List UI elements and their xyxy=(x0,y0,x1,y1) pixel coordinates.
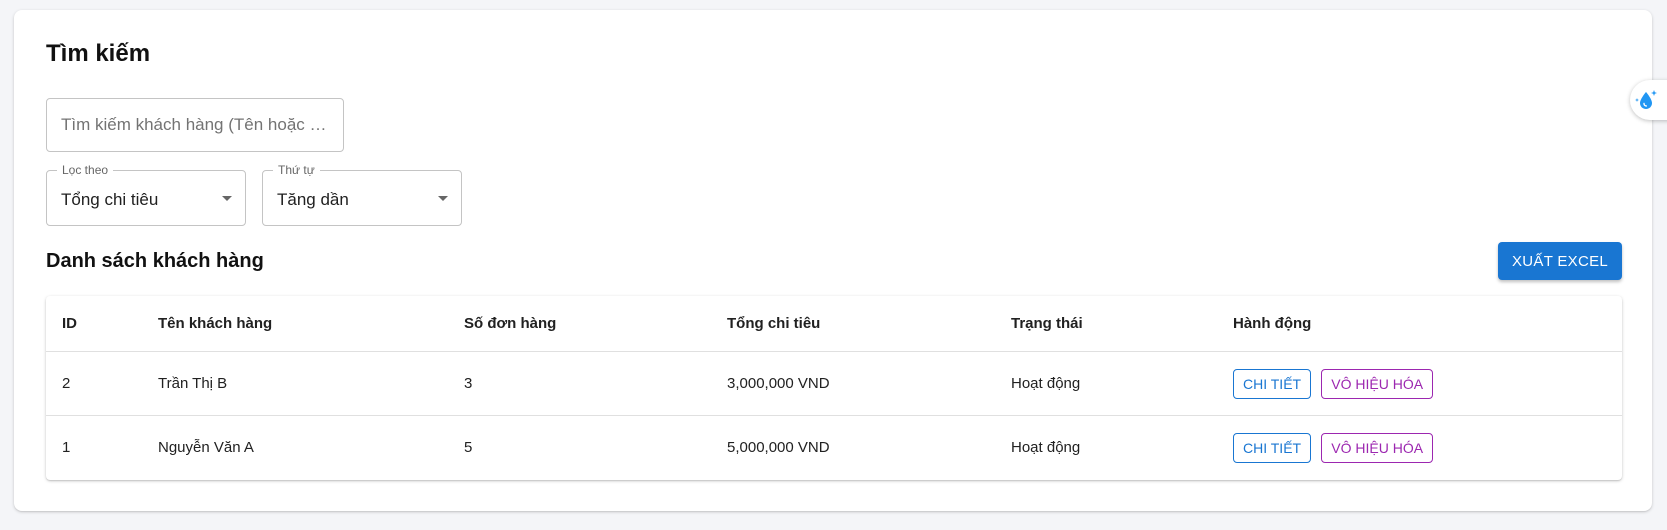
detail-button[interactable]: CHI TIẾT xyxy=(1233,368,1312,399)
disable-button[interactable]: VÔ HIỆU HÓA xyxy=(1321,368,1434,399)
table-row: 2 Trần Thị B 3 3,000,000 VND Hoạt động C… xyxy=(46,351,1622,416)
cell-status: Hoạt động xyxy=(1011,439,1081,456)
cell-id: 1 xyxy=(62,439,71,456)
cell-name: Nguyễn Văn A xyxy=(158,439,254,456)
order-label: Thứ tự xyxy=(273,163,320,177)
search-input[interactable] xyxy=(47,99,343,151)
cell-id: 2 xyxy=(46,351,142,416)
order-select[interactable]: Thứ tự Tăng dần xyxy=(262,163,462,226)
filter-by-label: Lọc theo xyxy=(57,163,114,177)
filter-by-value: Tổng chi tiêu xyxy=(61,190,159,209)
disable-button[interactable]: VÔ HIỆU HÓA xyxy=(1321,432,1434,463)
filter-by-select[interactable]: Lọc theo Tổng chi tiêu xyxy=(46,163,246,226)
floating-assistant-button[interactable] xyxy=(1630,80,1667,120)
cell-name: Trần Thị B xyxy=(142,351,448,416)
detail-button[interactable]: CHI TIẾT xyxy=(1233,432,1312,463)
export-excel-button[interactable]: XUẤT EXCEL xyxy=(1498,242,1622,280)
cell-status: Hoạt động xyxy=(995,351,1217,416)
caret-down-icon xyxy=(438,196,448,201)
column-header-status: Trạng thái xyxy=(995,296,1217,352)
cell-orders: 5 xyxy=(464,439,473,456)
caret-down-icon xyxy=(222,196,232,201)
column-header-actions: Hành động xyxy=(1217,296,1622,352)
customer-list-title: Danh sách khách hàng xyxy=(46,250,264,272)
column-header-total: Tổng chi tiêu xyxy=(711,296,995,352)
order-value: Tăng dần xyxy=(277,190,349,209)
cell-actions: CHI TIẾT VÔ HIỆU HÓA xyxy=(1217,416,1622,480)
page: Tìm kiếm Lọc theo Tổng chi tiêu Thứ tự T… xyxy=(0,0,1667,530)
cell-total: 5,000,000 VND xyxy=(727,439,830,456)
search-section-title: Tìm kiếm xyxy=(46,40,151,67)
column-header-name: Tên khách hàng xyxy=(142,296,448,352)
customer-table: ID Tên khách hàng Số đơn hàng Tổng chi t… xyxy=(46,296,1622,480)
table-header-row: ID Tên khách hàng Số đơn hàng Tổng chi t… xyxy=(46,296,1622,352)
search-field[interactable] xyxy=(46,98,344,152)
column-header-orders: Số đơn hàng xyxy=(448,296,711,352)
table-row: 1 Nguyễn Văn A 5 5,000,000 VND Hoạt động… xyxy=(46,416,1622,480)
column-header-id: ID xyxy=(46,296,142,352)
cell-actions: CHI TIẾT VÔ HIỆU HÓA xyxy=(1217,351,1622,416)
water-drop-sparkle-icon xyxy=(1635,90,1657,109)
cell-total: 3,000,000 VND xyxy=(711,351,995,416)
cell-orders: 3 xyxy=(448,351,711,416)
